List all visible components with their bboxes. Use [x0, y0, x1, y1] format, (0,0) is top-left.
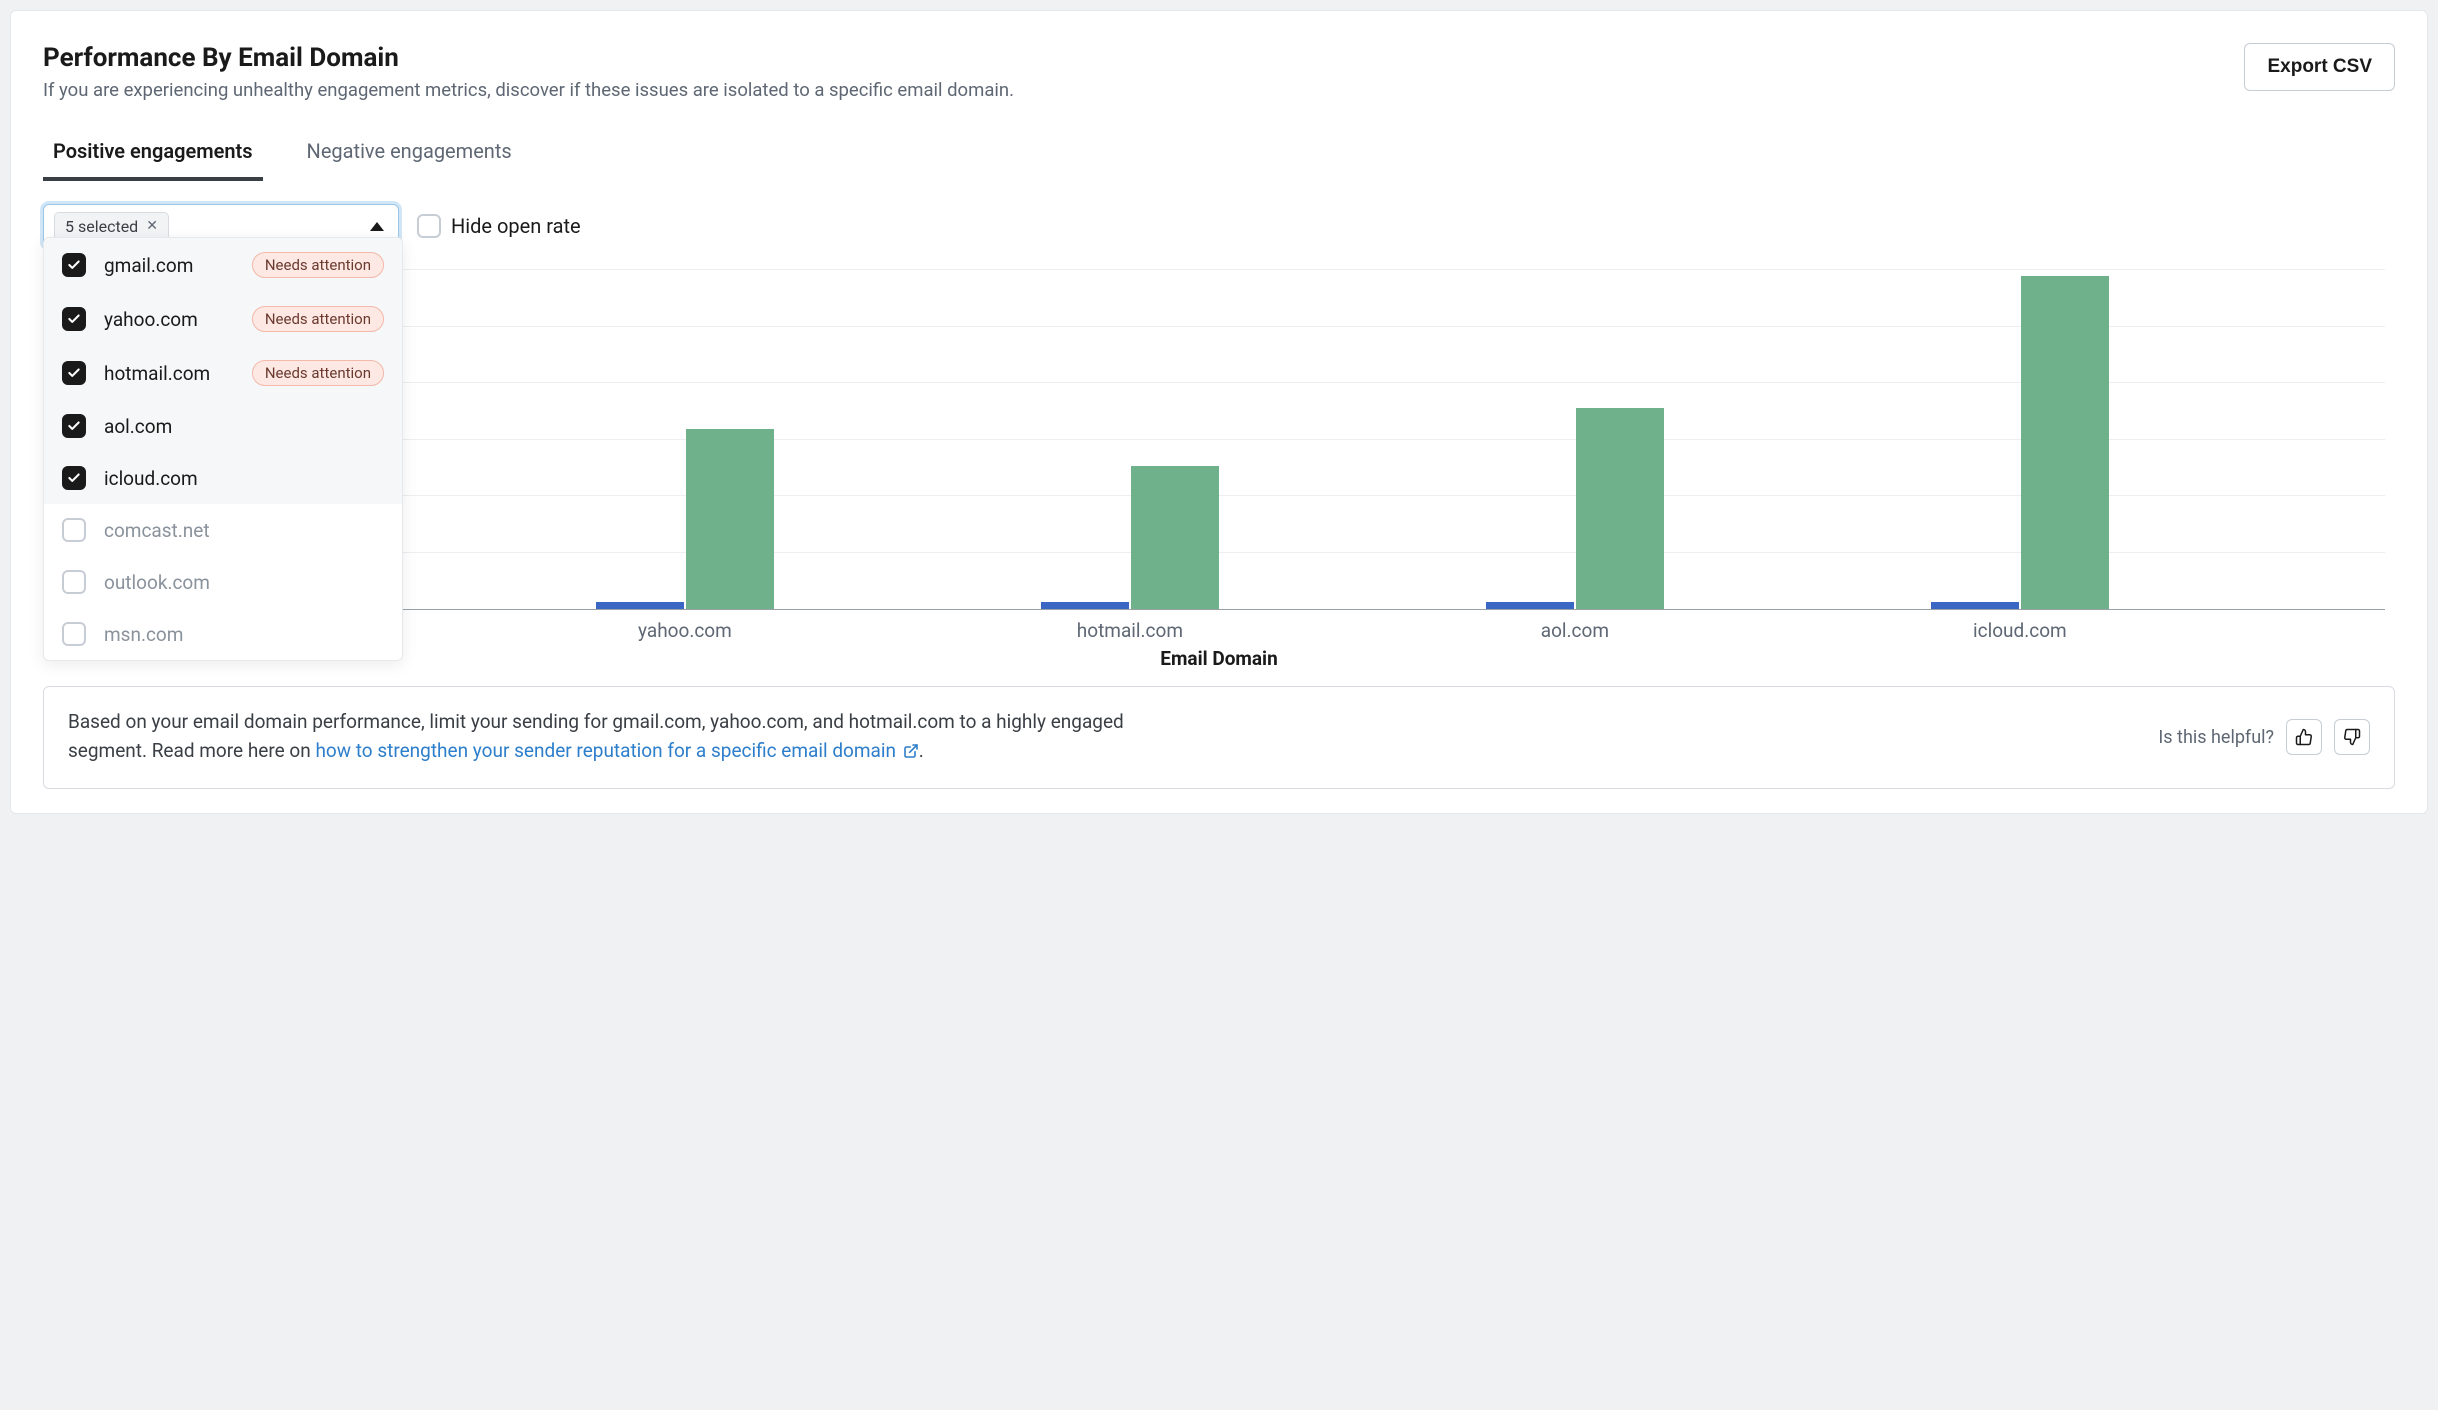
bar-group: [1486, 408, 1664, 609]
dropdown-item-outlook-com[interactable]: outlook.com: [44, 556, 402, 608]
dropdown-item-label: outlook.com: [104, 571, 210, 594]
hide-open-rate-checkbox[interactable]: [417, 214, 441, 238]
checkbox-empty-icon[interactable]: [62, 518, 86, 542]
helper-callout: Based on your email domain performance, …: [43, 686, 2395, 789]
thumbs-up-icon: [2295, 728, 2313, 746]
dropdown-item-label: comcast.net: [104, 519, 210, 542]
dropdown-item-label: hotmail.com: [104, 362, 210, 385]
bar-group: [1931, 276, 2109, 609]
header-row: Performance By Email Domain If you are e…: [43, 43, 2395, 101]
dropdown-item-left: hotmail.com: [62, 361, 210, 385]
header-text: Performance By Email Domain If you are e…: [43, 43, 1014, 101]
thumbs-down-button[interactable]: [2334, 719, 2370, 755]
tabs: Positive engagements Negative engagement…: [43, 139, 2395, 182]
dropdown-item-label: aol.com: [104, 415, 172, 438]
card-title: Performance By Email Domain: [43, 43, 1014, 73]
selected-count-label: 5 selected: [65, 217, 138, 236]
helper-feedback: Is this helpful?: [2158, 719, 2370, 755]
dropdown-item-left: aol.com: [62, 414, 172, 438]
helper-question: Is this helpful?: [2158, 727, 2274, 748]
dropdown-item-left: msn.com: [62, 622, 183, 646]
dropdown-item-hotmail-com[interactable]: hotmail.com Needs attention: [44, 346, 402, 400]
click-rate-bar: [1486, 602, 1574, 609]
tab-positive-label: Positive engagements: [53, 139, 253, 163]
checkbox-checked-icon[interactable]: [62, 466, 86, 490]
checkbox-empty-icon[interactable]: [62, 622, 86, 646]
checkbox-checked-icon[interactable]: [62, 361, 86, 385]
thumbs-down-icon: [2343, 728, 2361, 746]
export-csv-label: Export CSV: [2267, 56, 2372, 77]
x-axis-label: yahoo.com: [638, 619, 732, 642]
helper-link[interactable]: how to strengthen your sender reputation…: [315, 739, 918, 762]
export-csv-button[interactable]: Export CSV: [2244, 43, 2395, 91]
dropdown-item-left: icloud.com: [62, 466, 198, 490]
chart-plot: gmail.comyahoo.comhotmail.comaol.comiclo…: [103, 270, 2385, 610]
bar-group: [596, 429, 774, 609]
dropdown-item-left: gmail.com: [62, 253, 193, 277]
open-rate-bar: [686, 429, 774, 609]
hide-open-rate-toggle[interactable]: Hide open rate: [417, 214, 581, 238]
tab-negative-label: Negative engagements: [307, 139, 512, 163]
dropdown-item-yahoo-com[interactable]: yahoo.com Needs attention: [44, 292, 402, 346]
dropdown-item-msn-com[interactable]: msn.com: [44, 608, 402, 660]
domain-dropdown-panel: gmail.com Needs attention yahoo.com Needs a…: [43, 237, 403, 661]
tab-positive[interactable]: Positive engagements: [43, 139, 263, 181]
checkbox-checked-icon[interactable]: [62, 414, 86, 438]
click-rate-bar: [1041, 602, 1129, 609]
open-rate-bar: [2021, 276, 2109, 609]
dropdown-item-left: comcast.net: [62, 518, 210, 542]
needs-attention-badge: Needs attention: [252, 252, 384, 278]
chevron-up-icon: [370, 222, 384, 231]
card-subtitle: If you are experiencing unhealthy engage…: [43, 79, 1014, 101]
performance-card: Performance By Email Domain If you are e…: [10, 10, 2428, 814]
needs-attention-badge: Needs attention: [252, 360, 384, 386]
click-rate-bar: [596, 602, 684, 609]
dropdown-item-left: outlook.com: [62, 570, 210, 594]
checkbox-empty-icon[interactable]: [62, 570, 86, 594]
click-rate-bar: [1931, 602, 2019, 609]
x-axis-label: aol.com: [1541, 619, 1609, 642]
thumbs-up-button[interactable]: [2286, 719, 2322, 755]
checkbox-checked-icon[interactable]: [62, 253, 86, 277]
dropdown-item-aol-com[interactable]: aol.com: [44, 400, 402, 452]
dropdown-item-label: gmail.com: [104, 254, 193, 277]
tab-negative[interactable]: Negative engagements: [297, 139, 522, 181]
gridline: [103, 269, 2385, 270]
dropdown-item-gmail-com[interactable]: gmail.com Needs attention: [44, 238, 402, 292]
dropdown-item-label: icloud.com: [104, 467, 198, 490]
dropdown-item-label: msn.com: [104, 623, 183, 646]
bar-group: [1041, 466, 1219, 609]
open-rate-bar: [1576, 408, 1664, 609]
checkbox-checked-icon[interactable]: [62, 307, 86, 331]
dropdown-item-icloud-com[interactable]: icloud.com: [44, 452, 402, 504]
x-axis-label: hotmail.com: [1077, 619, 1183, 642]
helper-text: Based on your email domain performance, …: [68, 707, 1168, 768]
dropdown-item-left: yahoo.com: [62, 307, 198, 331]
clear-selection-icon[interactable]: ✕: [146, 218, 158, 234]
needs-attention-badge: Needs attention: [252, 306, 384, 332]
dropdown-item-comcast-net[interactable]: comcast.net: [44, 504, 402, 556]
open-rate-bar: [1131, 466, 1219, 609]
external-link-icon: [903, 738, 919, 767]
hide-open-rate-label: Hide open rate: [451, 214, 581, 238]
x-axis-label: icloud.com: [1973, 619, 2067, 642]
dropdown-item-label: yahoo.com: [104, 308, 198, 331]
helper-link-text: how to strengthen your sender reputation…: [315, 739, 896, 762]
helper-text-post: .: [919, 739, 924, 762]
